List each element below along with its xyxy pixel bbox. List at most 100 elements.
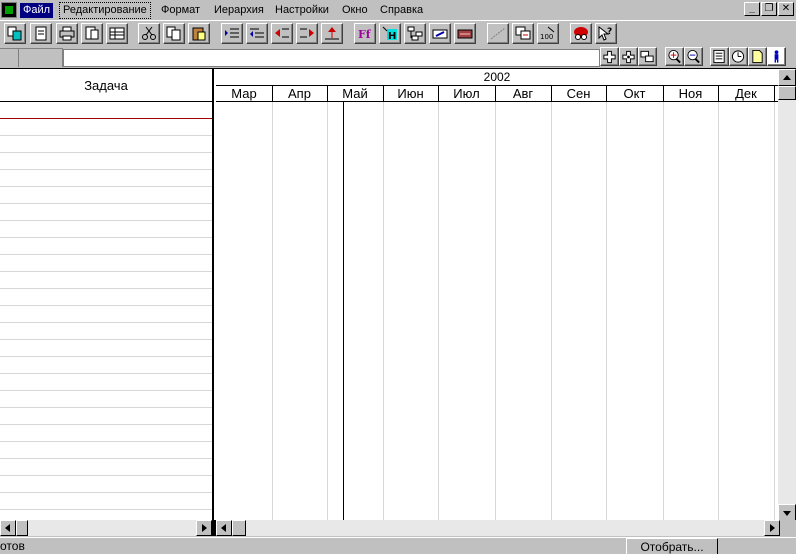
task-row[interactable] xyxy=(0,391,212,408)
scroll-down-button[interactable] xyxy=(778,504,796,521)
arrow-down-icon xyxy=(783,511,791,516)
highlight-button[interactable]: H xyxy=(379,23,401,44)
task-row[interactable] xyxy=(0,425,212,442)
task-scroll-thumb[interactable] xyxy=(16,520,28,536)
close-button[interactable]: ✕ xyxy=(778,2,794,16)
task-row[interactable] xyxy=(0,119,212,136)
timeline-scroll-thumb[interactable] xyxy=(232,520,246,536)
task-row[interactable] xyxy=(0,493,212,510)
percent-complete-button[interactable]: 100 xyxy=(537,23,559,44)
copy-schedule-button[interactable] xyxy=(512,23,534,44)
hierarchy-icon xyxy=(407,26,423,41)
schedule-icon xyxy=(515,26,531,40)
app-icon[interactable] xyxy=(1,2,17,18)
task-row[interactable] xyxy=(0,357,212,374)
task-row[interactable] xyxy=(0,442,212,459)
task-row[interactable] xyxy=(0,306,212,323)
restore-button[interactable]: ❐ xyxy=(761,2,777,16)
task-row[interactable] xyxy=(0,170,212,187)
cut-button[interactable] xyxy=(138,23,160,44)
month-label: Май xyxy=(342,86,368,101)
task-horizontal-scrollbar[interactable] xyxy=(0,520,212,536)
menu-settings[interactable]: Настройки xyxy=(272,3,332,18)
task-row[interactable] xyxy=(0,289,212,306)
person-icon xyxy=(774,50,779,63)
month-gridline xyxy=(495,102,496,521)
edit-button[interactable] xyxy=(429,23,451,44)
zoom-out-button[interactable] xyxy=(684,47,703,66)
month-gridline xyxy=(551,102,552,521)
svg-text:H: H xyxy=(388,31,396,41)
scroll-up-button[interactable] xyxy=(778,69,796,86)
highlight-icon: H xyxy=(382,26,397,41)
menu-format[interactable]: Формат xyxy=(158,3,203,18)
task-row[interactable] xyxy=(0,221,212,238)
task-row[interactable] xyxy=(0,459,212,476)
task-row[interactable] xyxy=(0,476,212,493)
indent-button[interactable] xyxy=(221,23,243,44)
scroll-right-button[interactable] xyxy=(196,520,212,536)
task-row[interactable] xyxy=(0,374,212,391)
progress-icon xyxy=(490,27,506,40)
assistant-button[interactable] xyxy=(570,23,592,44)
help-pointer-icon: ? xyxy=(598,26,612,41)
clock-button[interactable] xyxy=(729,47,748,66)
timeline-horizontal-scrollbar[interactable] xyxy=(216,520,780,536)
scroll-left-button[interactable] xyxy=(0,520,16,536)
month-gridline xyxy=(774,102,775,521)
link-tasks-button[interactable] xyxy=(638,47,657,66)
move-task-button[interactable] xyxy=(619,47,638,66)
menu-hierarchy[interactable]: Иерархия xyxy=(211,3,267,18)
task-row[interactable] xyxy=(0,238,212,255)
menu-edit[interactable]: Редактирование xyxy=(59,2,151,19)
copy-view-button[interactable] xyxy=(4,23,26,44)
task-row[interactable] xyxy=(0,187,212,204)
move-up-button[interactable] xyxy=(321,23,343,44)
vertical-scroll-thumb[interactable] xyxy=(778,86,796,100)
outdent-button[interactable] xyxy=(246,23,268,44)
move-right-button[interactable] xyxy=(296,23,318,44)
week-gridline xyxy=(327,102,328,521)
arrow-left-icon xyxy=(221,524,226,532)
task-row[interactable] xyxy=(0,323,212,340)
context-help-button[interactable]: ? xyxy=(595,23,617,44)
font-button[interactable]: Ff xyxy=(354,23,376,44)
export-button[interactable] xyxy=(106,23,128,44)
task-row[interactable] xyxy=(0,272,212,289)
copy-button[interactable] xyxy=(163,23,185,44)
timeline-scroll-right-button[interactable] xyxy=(764,520,780,536)
task-row[interactable] xyxy=(0,340,212,357)
print-preview-button[interactable] xyxy=(81,23,103,44)
timeline-scroll-left-button[interactable] xyxy=(216,520,232,536)
new-document-button[interactable] xyxy=(30,23,52,44)
month-label: Июн xyxy=(397,86,424,101)
minimize-button[interactable]: _ xyxy=(744,2,760,16)
page-button[interactable] xyxy=(748,47,767,66)
vertical-scrollbar[interactable] xyxy=(778,69,796,521)
task-row[interactable] xyxy=(0,102,212,119)
menu-file[interactable]: Файл xyxy=(20,3,54,18)
task-row[interactable] xyxy=(0,255,212,272)
menu-help[interactable]: Справка xyxy=(377,3,426,18)
zoom-in-button[interactable] xyxy=(665,47,684,66)
link-button[interactable] xyxy=(404,23,426,44)
task-column-header[interactable]: Задача xyxy=(0,69,212,102)
page-icon xyxy=(752,49,763,64)
paste-button[interactable] xyxy=(188,23,210,44)
task-row[interactable] xyxy=(0,153,212,170)
move-left-button[interactable] xyxy=(271,23,293,44)
year-header: 2002 xyxy=(216,69,778,86)
task-row[interactable] xyxy=(0,136,212,153)
menu-window[interactable]: Окно xyxy=(339,3,371,18)
print-button[interactable] xyxy=(56,23,78,44)
person-button[interactable] xyxy=(767,47,786,66)
task-row[interactable] xyxy=(0,204,212,221)
color-palette-button[interactable] xyxy=(454,23,476,44)
month-header: Мар Апр Май Июн Июл Авг Сен Окт Ноя Дек xyxy=(216,86,778,102)
task-row[interactable] xyxy=(0,408,212,425)
add-task-button[interactable] xyxy=(600,47,619,66)
month-label: Авг xyxy=(512,86,534,101)
progress-button[interactable] xyxy=(487,23,509,44)
notes-button[interactable] xyxy=(710,47,729,66)
show-button[interactable]: Отобрать... xyxy=(626,538,718,554)
